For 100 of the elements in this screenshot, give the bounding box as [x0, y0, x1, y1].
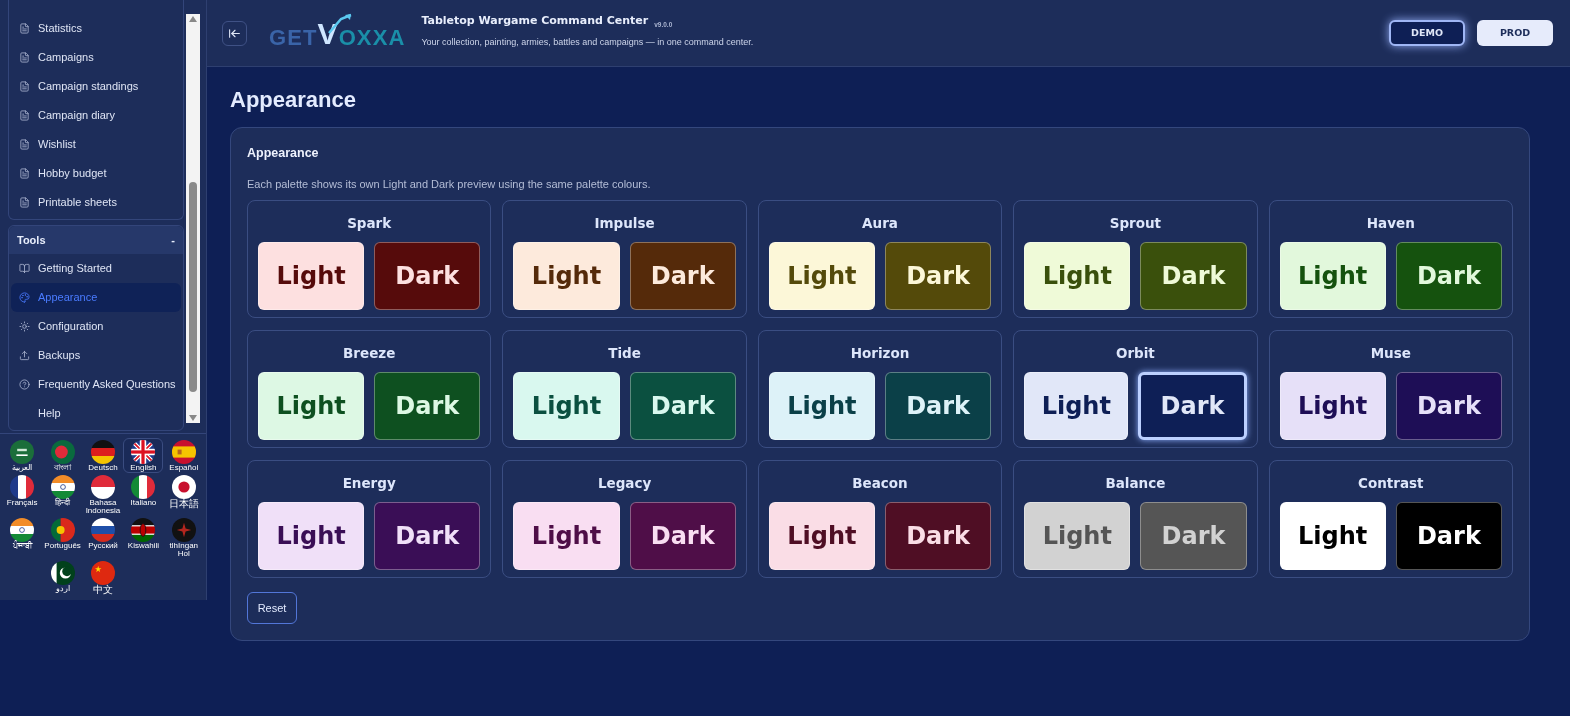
- palette-name: Spark: [347, 214, 392, 234]
- language-option[interactable]: tlhIngan Hol: [163, 516, 204, 559]
- palette-card[interactable]: Sprout Light Dark: [1013, 200, 1258, 319]
- flag-icon: [171, 440, 196, 464]
- dark-preview[interactable]: Dark: [1140, 241, 1247, 310]
- scroll-down-icon[interactable]: [189, 415, 197, 421]
- nav-item[interactable]: Help: [11, 399, 181, 428]
- light-preview[interactable]: Light: [768, 241, 875, 310]
- light-preview[interactable]: Light: [1279, 241, 1386, 310]
- dark-preview[interactable]: Dark: [629, 241, 736, 310]
- palette-card[interactable]: Breeze Light Dark: [247, 330, 492, 449]
- nav-item[interactable]: Campaigns: [11, 43, 181, 72]
- light-preview[interactable]: Light: [1024, 241, 1131, 310]
- light-preview[interactable]: Light: [1279, 501, 1386, 570]
- flag-icon: [10, 475, 35, 499]
- dark-preview[interactable]: Dark: [374, 501, 481, 570]
- dark-preview[interactable]: Dark: [885, 241, 992, 310]
- flag-icon: [91, 518, 115, 542]
- light-preview[interactable]: Light: [1024, 501, 1131, 570]
- sun-icon: [19, 321, 30, 332]
- palette-card[interactable]: Contrast Light Dark: [1268, 460, 1513, 579]
- reset-button[interactable]: Reset: [247, 592, 297, 625]
- dark-preview[interactable]: Dark: [629, 501, 736, 570]
- light-preview[interactable]: Light: [1024, 371, 1129, 440]
- light-preview[interactable]: Light: [1279, 371, 1386, 440]
- light-preview[interactable]: Light: [513, 371, 620, 440]
- language-option[interactable]: العربية: [2, 438, 43, 473]
- palette-card[interactable]: Horizon Light Dark: [757, 330, 1003, 449]
- scrollbar[interactable]: [186, 14, 200, 423]
- nav-item[interactable]: Campaign diary: [11, 101, 181, 130]
- light-preview[interactable]: Light: [768, 501, 875, 570]
- language-option[interactable]: Italiano: [123, 473, 164, 516]
- palette-card[interactable]: Energy Light Dark: [247, 460, 492, 579]
- palette-card[interactable]: Tide Light Dark: [502, 330, 747, 449]
- language-option[interactable]: हिन्दी: [42, 473, 83, 516]
- collapse-sidebar-button[interactable]: [222, 20, 247, 46]
- dark-preview[interactable]: Dark: [1395, 371, 1502, 440]
- mode-button[interactable]: DEMO: [1389, 20, 1465, 46]
- language-option[interactable]: Kiswahili: [123, 516, 164, 559]
- flag-icon: [50, 475, 75, 499]
- palette-card[interactable]: Legacy Light Dark: [502, 460, 747, 579]
- nav-item[interactable]: Configuration: [11, 312, 181, 341]
- language-option[interactable]: اردو: [42, 559, 83, 596]
- light-preview[interactable]: Light: [768, 371, 875, 440]
- nav-item[interactable]: Getting Started: [11, 254, 181, 283]
- language-option[interactable]: 中文: [83, 559, 123, 596]
- palette-card[interactable]: Spark Light Dark: [247, 200, 492, 319]
- palette-card[interactable]: Impulse Light Dark: [502, 200, 747, 319]
- flag-icon: [91, 440, 115, 464]
- palette-card[interactable]: Aura Light Dark: [757, 200, 1003, 319]
- language-option[interactable]: Русский: [83, 516, 123, 559]
- palette-card[interactable]: Haven Light Dark: [1268, 200, 1513, 319]
- dark-preview[interactable]: Dark: [1395, 501, 1502, 570]
- nav-item[interactable]: Wishlist: [11, 130, 181, 159]
- palette-name: Horizon: [850, 344, 910, 364]
- dark-preview[interactable]: Dark: [374, 371, 481, 440]
- nav-item[interactable]: Backups: [11, 341, 181, 370]
- palette-card[interactable]: Muse Light Dark: [1268, 330, 1513, 449]
- palette-name: Sprout: [1109, 214, 1162, 234]
- light-preview[interactable]: Light: [513, 241, 620, 310]
- nav-item[interactable]: Printable sheets: [11, 188, 181, 217]
- palette-card[interactable]: Beacon Light Dark: [757, 460, 1003, 579]
- language-option[interactable]: Português: [42, 516, 83, 559]
- app-subtitle: Your collection, painting, armies, battles and campaigns — in one command center.: [421, 35, 754, 49]
- dark-preview[interactable]: Dark: [1138, 371, 1247, 440]
- dark-preview[interactable]: Dark: [885, 501, 992, 570]
- dark-preview[interactable]: Dark: [629, 371, 736, 440]
- palette-card[interactable]: Balance Light Dark: [1013, 460, 1258, 579]
- nav-item[interactable]: Campaign standings: [11, 72, 181, 101]
- language-option[interactable]: 日本語: [163, 473, 204, 516]
- palette-name: Breeze: [343, 344, 396, 364]
- light-preview[interactable]: Light: [513, 501, 620, 570]
- light-preview[interactable]: Light: [258, 371, 365, 440]
- section-header[interactable]: Tools -: [9, 226, 183, 254]
- language-option[interactable]: Français: [2, 473, 43, 516]
- language-option[interactable]: Español: [163, 438, 204, 473]
- nav-item[interactable]: Hobby budget: [11, 159, 181, 188]
- language-option[interactable]: বাংলা: [42, 438, 83, 473]
- palette-card[interactable]: Orbit Light Dark: [1013, 330, 1258, 449]
- palette-name: Haven: [1366, 214, 1415, 234]
- dark-preview[interactable]: Dark: [1140, 501, 1247, 570]
- document-icon: [19, 23, 30, 34]
- nav-item[interactable]: Appearance: [11, 283, 181, 312]
- scroll-up-icon[interactable]: [189, 16, 197, 22]
- language-option[interactable]: ਪੰਜਾਬੀ: [2, 516, 43, 559]
- collapse-icon: [228, 26, 241, 40]
- dark-preview[interactable]: Dark: [374, 241, 481, 310]
- light-preview[interactable]: Light: [258, 241, 365, 310]
- document-icon: [19, 81, 30, 92]
- language-option[interactable]: Bahasa Indonesia: [83, 473, 123, 516]
- light-preview[interactable]: Light: [258, 501, 365, 570]
- flag-icon: [10, 518, 35, 542]
- nav-item[interactable]: Frequently Asked Questions: [11, 370, 181, 399]
- dark-preview[interactable]: Dark: [885, 371, 992, 440]
- language-option[interactable]: Deutsch: [83, 438, 123, 473]
- language-option[interactable]: English: [123, 438, 164, 473]
- dark-preview[interactable]: Dark: [1395, 241, 1502, 310]
- nav-item[interactable]: Statistics: [11, 14, 181, 43]
- mode-button[interactable]: PROD: [1477, 20, 1553, 46]
- palette-name: Balance: [1105, 474, 1166, 494]
